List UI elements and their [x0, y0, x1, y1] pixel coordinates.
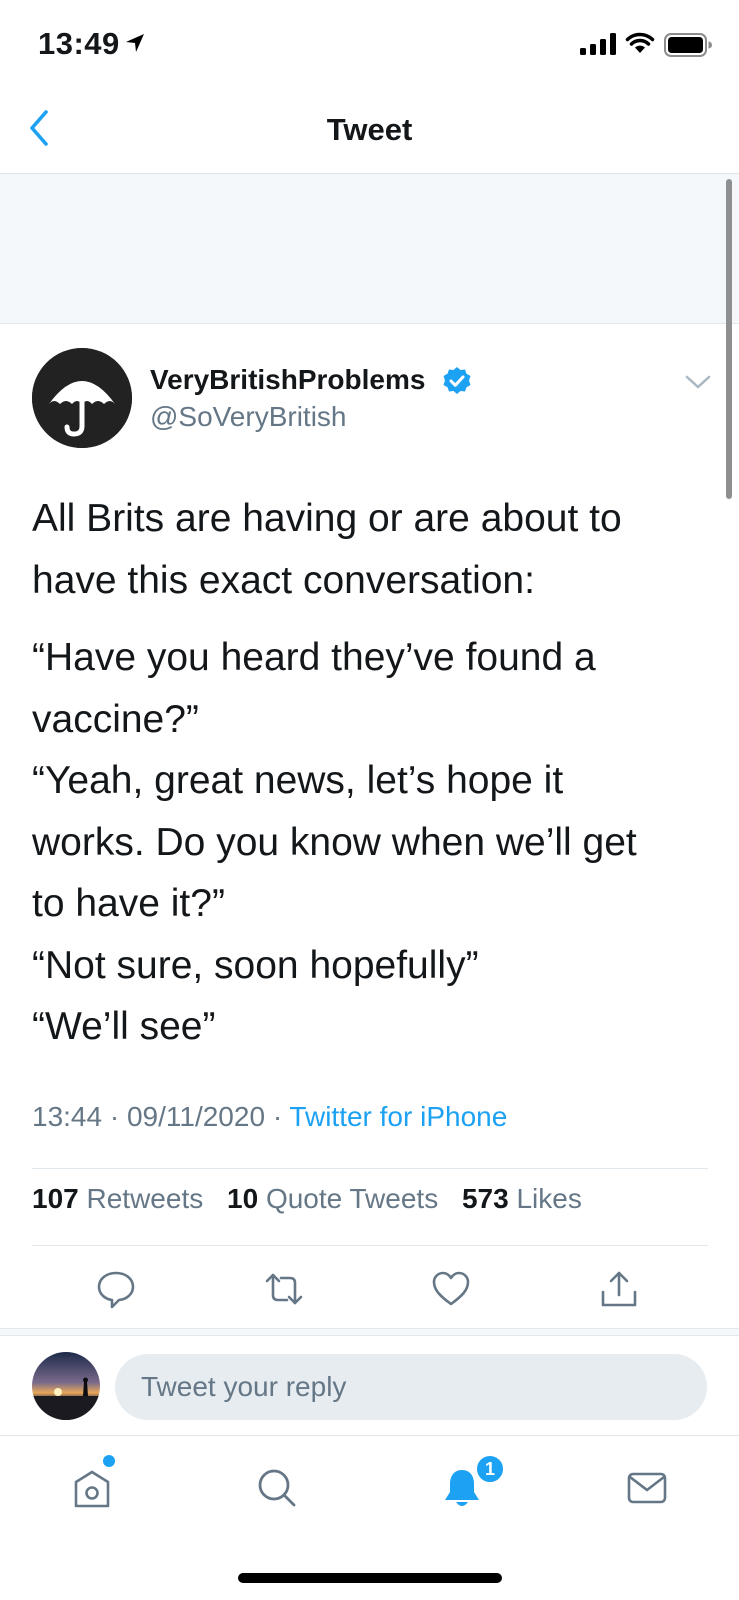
tweet-line: All Brits are having or are about to: [32, 497, 622, 540]
status-time: 13:49: [38, 26, 120, 61]
nav-bar: Tweet: [0, 92, 739, 174]
verified-badge-icon: [443, 367, 471, 394]
meta-separator: ·: [109, 1101, 120, 1132]
umbrella-logo-icon: [32, 348, 132, 448]
page-title: Tweet: [326, 112, 413, 147]
chevron-down-icon[interactable]: [684, 372, 712, 392]
retweets-stat[interactable]: 107 Retweets: [32, 1183, 203, 1214]
quotes-label: Quote Tweets: [265, 1183, 439, 1214]
tweet-line: “Have you heard they’ve found a: [32, 636, 596, 679]
tweet-line: works. Do you know when we’ll get: [32, 820, 637, 864]
share-icon[interactable]: [598, 1268, 640, 1310]
quotes-count: 10: [227, 1183, 259, 1214]
section-divider: [0, 1328, 739, 1336]
author-avatar[interactable]: [32, 348, 132, 448]
user-avatar[interactable]: [32, 1352, 100, 1420]
tweet-time: 13:44: [32, 1101, 103, 1132]
battery-icon: [664, 33, 712, 57]
retweet-icon[interactable]: [263, 1268, 305, 1310]
retweets-count: 107: [32, 1183, 79, 1214]
tweet-line: “We’ll see”: [32, 1005, 216, 1048]
reply-icon[interactable]: [95, 1268, 137, 1310]
divider: [32, 1245, 708, 1246]
messages-icon[interactable]: [625, 1466, 669, 1510]
tweet-line: have this exact conversation:: [32, 558, 535, 602]
like-icon[interactable]: [430, 1268, 472, 1310]
tweet-meta: 13:44 · 09/11/2020 · Twitter for iPhone: [32, 1101, 507, 1133]
tweet-date: 09/11/2020: [126, 1101, 266, 1132]
status-bar: 13:49: [0, 0, 739, 92]
tab-bar-border: [0, 1435, 739, 1436]
likes-stat[interactable]: 573 Likes: [462, 1183, 582, 1214]
notification-badge: 1: [475, 1454, 505, 1484]
meta-separator: ·: [272, 1101, 283, 1132]
home-indicator[interactable]: [238, 1573, 502, 1583]
divider: [32, 1168, 708, 1169]
tweet-line: “Yeah, great news, let’s hope it: [32, 759, 564, 802]
sunset-photo: [32, 1352, 100, 1420]
author-handle[interactable]: @SoVeryBritish: [150, 401, 347, 433]
tweet-line: to have it?”: [32, 882, 225, 925]
cellular-signal-icon: [580, 33, 616, 55]
tweet-line: “Not sure, soon hopefully”: [32, 943, 479, 987]
location-arrow-icon: [126, 34, 144, 52]
tweet-stats: 107 Retweets 10 Quote Tweets 573 Likes: [32, 1183, 582, 1215]
likes-label: Likes: [516, 1183, 582, 1214]
likes-count: 573: [461, 1183, 509, 1214]
tweet-text: All Brits are having or are about to hav…: [32, 488, 712, 1058]
tweet-line: vaccine?”: [32, 697, 199, 741]
header-banner: [0, 174, 739, 324]
search-icon[interactable]: [255, 1466, 299, 1510]
tweet-source-link[interactable]: Twitter for iPhone: [289, 1101, 507, 1132]
home-notification-dot: [103, 1455, 115, 1467]
home-icon[interactable]: [70, 1466, 114, 1510]
reply-input[interactable]: [115, 1354, 707, 1420]
wifi-icon: [625, 32, 655, 53]
retweets-label: Retweets: [86, 1183, 204, 1214]
author-display-name[interactable]: VeryBritishProblems: [150, 364, 425, 396]
quote-tweets-stat[interactable]: 10 Quote Tweets: [227, 1183, 438, 1214]
scroll-indicator[interactable]: [726, 179, 732, 499]
